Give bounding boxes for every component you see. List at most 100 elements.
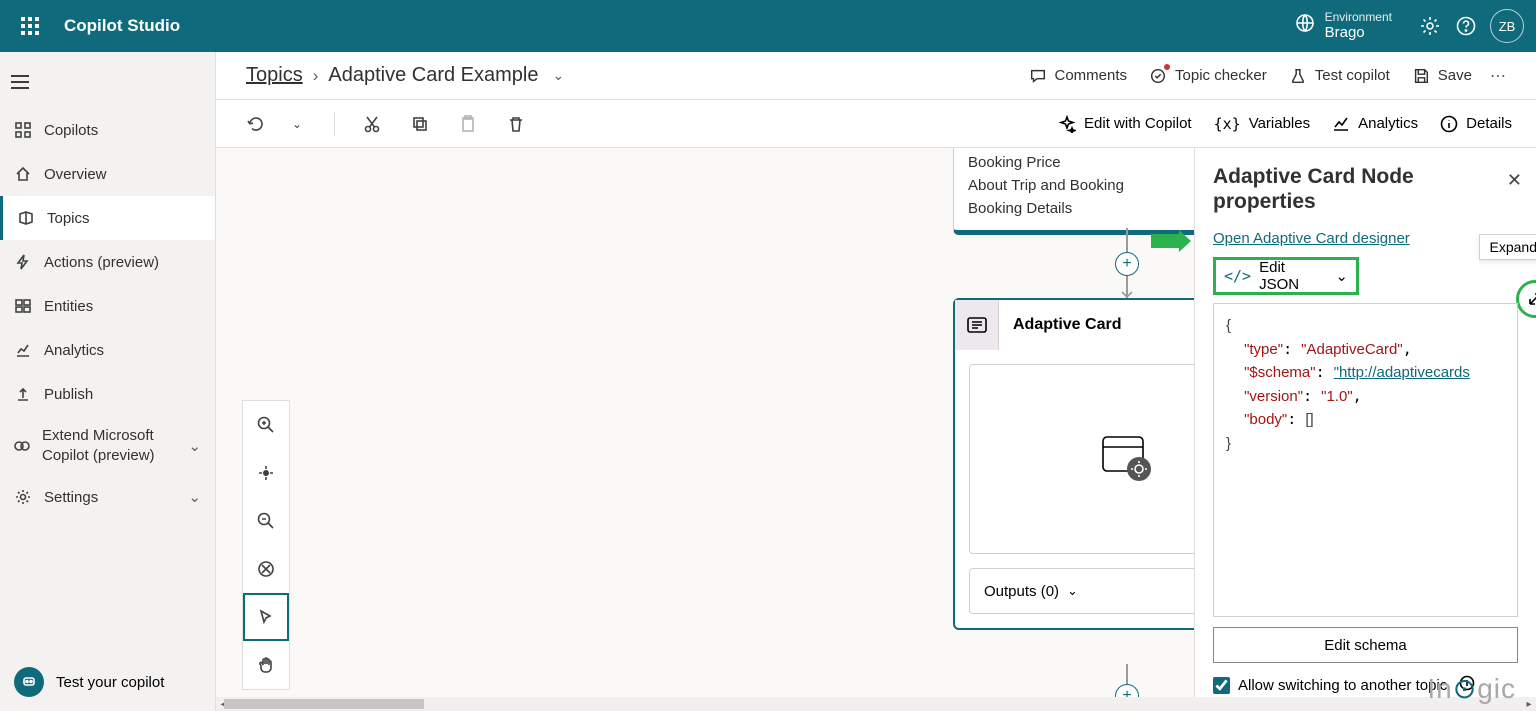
environment-switcher[interactable]: Environment Brago [1295, 10, 1392, 42]
open-designer-link[interactable]: Open Adaptive Card designer [1213, 230, 1518, 247]
lightning-icon [14, 254, 32, 270]
analytics-button[interactable]: Analytics [1332, 115, 1418, 133]
sidebar-item-label: Copilots [44, 122, 98, 139]
details-button[interactable]: Details [1440, 115, 1512, 133]
chevron-down-icon: ⌄ [188, 488, 201, 506]
sidebar-item-label: Entities [44, 298, 93, 315]
sidebar-item-entities[interactable]: Entities [0, 284, 215, 328]
upload-icon [14, 386, 32, 402]
app-launcher-icon[interactable] [12, 8, 48, 44]
sidebar-item-analytics[interactable]: Analytics [0, 328, 215, 372]
more-menu[interactable]: ⋯ [1490, 66, 1506, 86]
gear-icon [14, 489, 32, 505]
extend-icon [14, 438, 30, 454]
home-icon [14, 166, 32, 182]
trigger-phrase: Booking Details [968, 197, 1194, 220]
cut-button[interactable] [357, 109, 387, 139]
breadcrumb-bar: Topics › Adaptive Card Example ⌄ Comment… [216, 52, 1536, 100]
globe-icon [1295, 13, 1315, 38]
sidebar-item-copilots[interactable]: Copilots [0, 108, 215, 152]
panel-title: Adaptive Card Node properties [1213, 164, 1518, 214]
chevron-down-icon: ⌄ [188, 437, 201, 455]
trigger-node[interactable]: Booking Price About Trip and Booking Boo… [953, 148, 1194, 235]
scrollbar-thumb[interactable] [224, 699, 424, 709]
delete-button[interactable] [501, 109, 531, 139]
footer-label: Test your copilot [56, 674, 164, 691]
zoom-in-button[interactable] [243, 401, 289, 449]
expand-button[interactable] [1516, 280, 1536, 318]
sidebar-item-label: Publish [44, 386, 93, 403]
canvas-zoom-rail [242, 400, 290, 690]
edit-json-dropdown[interactable]: </> Edit JSON ⌄ [1213, 257, 1359, 295]
sidebar-item-extend[interactable]: Extend Microsoft Copilot (preview) ⌄ [0, 416, 215, 475]
environment-name: Brago [1325, 24, 1392, 42]
sidebar-item-topics[interactable]: Topics [0, 196, 215, 240]
horizontal-scrollbar[interactable]: ◂ ▸ [216, 697, 1536, 711]
adaptive-card-node[interactable]: Adaptive Card ⋯ Outputs (0) ⌄ [953, 298, 1194, 630]
comments-button[interactable]: Comments [1029, 67, 1128, 85]
settings-icon[interactable] [1412, 8, 1448, 44]
fit-to-screen-button[interactable] [243, 449, 289, 497]
sidebar-item-label: Settings [44, 489, 98, 506]
editor-toolbar: ⌄ Edit with Copilot {x} Va [216, 100, 1536, 148]
trigger-phrase: Booking Price [968, 151, 1194, 174]
grid-icon [14, 122, 32, 138]
trigger-phrase: About Trip and Booking [968, 174, 1194, 197]
authoring-canvas[interactable]: Booking Price About Trip and Booking Boo… [216, 148, 1194, 711]
allow-switching-checkbox[interactable] [1213, 677, 1230, 694]
close-panel-button[interactable]: ✕ [1507, 170, 1522, 191]
entities-icon [14, 298, 32, 314]
annotation-arrow-icon [1149, 226, 1193, 256]
save-button[interactable]: Save [1412, 67, 1472, 85]
main-content: Topics › Adaptive Card Example ⌄ Comment… [216, 52, 1536, 711]
breadcrumb-separator: › [313, 66, 319, 86]
card-icon [955, 300, 999, 350]
chevron-down-icon: ⌄ [1335, 267, 1348, 285]
variables-button[interactable]: {x} Variables [1214, 115, 1311, 133]
connector-line [1126, 664, 1128, 684]
sidebar-item-publish[interactable]: Publish [0, 372, 215, 416]
undo-button[interactable] [240, 109, 270, 139]
copy-button[interactable] [405, 109, 435, 139]
sidebar: Copilots Overview Topics Actions (previe… [0, 52, 216, 711]
breadcrumb-root[interactable]: Topics [246, 64, 303, 87]
properties-panel: Adaptive Card Node properties ✕ Open Ada… [1194, 148, 1536, 711]
allow-switching-row: Allow switching to another topic [1213, 675, 1518, 695]
edit-schema-button[interactable]: Edit schema [1213, 627, 1518, 663]
chevron-down-icon: ⌄ [1067, 583, 1078, 599]
test-copilot-footer[interactable]: Test your copilot [0, 653, 215, 711]
app-title: Copilot Studio [64, 16, 180, 36]
variables-icon: {x} [1214, 115, 1241, 133]
user-avatar[interactable]: ZB [1490, 9, 1524, 43]
node-title: Adaptive Card [999, 316, 1194, 334]
notification-dot [1164, 64, 1170, 70]
test-copilot-button[interactable]: Test copilot [1289, 67, 1390, 85]
outputs-expander[interactable]: Outputs (0) ⌄ [969, 568, 1194, 614]
select-tool-button[interactable] [243, 593, 289, 641]
zoom-out-button[interactable] [243, 497, 289, 545]
topics-icon [17, 210, 35, 226]
sidebar-item-label: Topics [47, 210, 90, 227]
json-editor[interactable]: { "type": "AdaptiveCard", "$schema": "ht… [1213, 303, 1518, 617]
sidebar-item-actions[interactable]: Actions (preview) [0, 240, 215, 284]
expand-tooltip: Expand [1479, 234, 1536, 260]
paste-button[interactable] [453, 109, 483, 139]
sidebar-toggle[interactable] [0, 62, 40, 102]
top-header: Copilot Studio Environment Brago ZB [0, 0, 1536, 52]
code-icon: </> [1224, 267, 1251, 285]
breadcrumb-dropdown[interactable]: ⌄ [552, 67, 564, 84]
undo-dropdown[interactable]: ⌄ [282, 109, 312, 139]
sidebar-item-settings[interactable]: Settings ⌄ [0, 475, 215, 519]
reset-view-button[interactable] [243, 545, 289, 593]
sidebar-item-label: Actions (preview) [44, 254, 159, 271]
info-icon[interactable] [1459, 675, 1475, 695]
scroll-right-arrow[interactable]: ▸ [1522, 697, 1536, 711]
topic-checker-button[interactable]: Topic checker [1149, 67, 1267, 85]
help-icon[interactable] [1448, 8, 1484, 44]
chart-icon [14, 342, 32, 358]
edit-with-copilot-button[interactable]: Edit with Copilot [1058, 115, 1192, 133]
pan-tool-button[interactable] [243, 641, 289, 689]
sidebar-item-overview[interactable]: Overview [0, 152, 215, 196]
add-node-button[interactable]: + [1115, 252, 1139, 276]
environment-label: Environment [1325, 10, 1392, 24]
